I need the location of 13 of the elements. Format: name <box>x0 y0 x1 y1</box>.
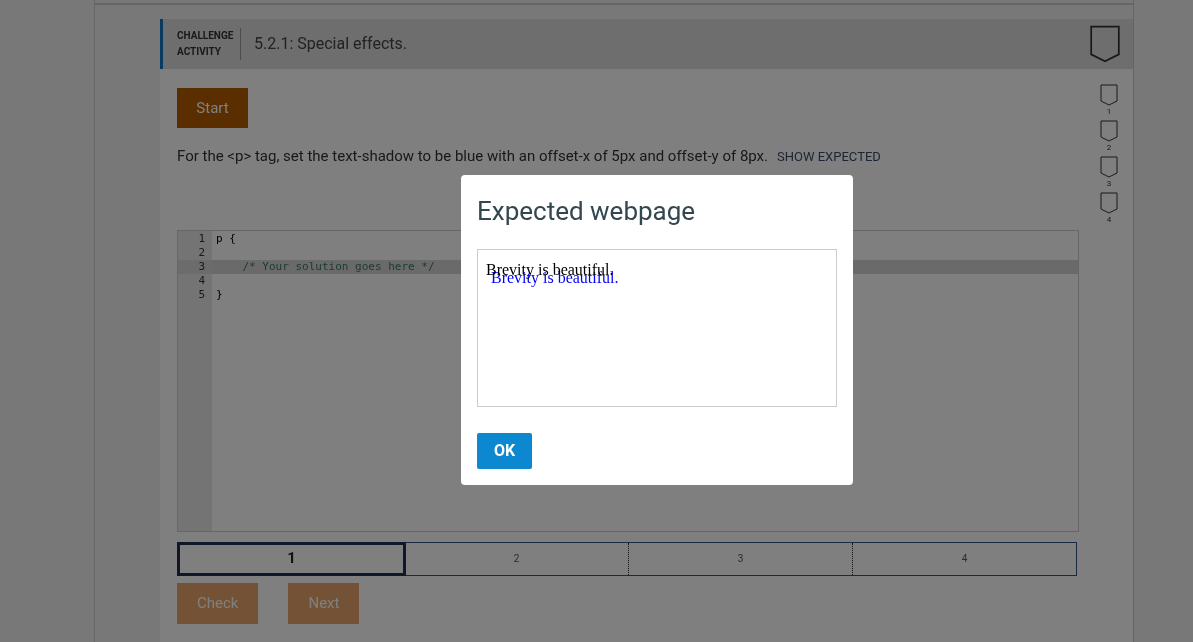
instructions: For the <p> tag, set the text-shadow to be blue with an offset-x of 5px and offset-y of 8px. <box>177 146 769 167</box>
dialog-title: Expected webpage <box>477 195 697 227</box>
line-number: 3 <box>178 259 212 274</box>
line-number: 5 <box>197 287 206 302</box>
level-number: 3 <box>1106 178 1112 190</box>
activity-label: CHALLENGE ACTIVITY <box>177 28 241 60</box>
line-number: 1 <box>197 231 206 246</box>
line-number: 4 <box>197 273 206 288</box>
activity-title: 5.2.1: Special effects. <box>254 33 409 55</box>
level-number: 4 <box>1106 214 1112 226</box>
line-number: 2 <box>197 245 206 260</box>
level-number: 1 <box>1106 106 1112 118</box>
level-number: 2 <box>1106 142 1112 154</box>
